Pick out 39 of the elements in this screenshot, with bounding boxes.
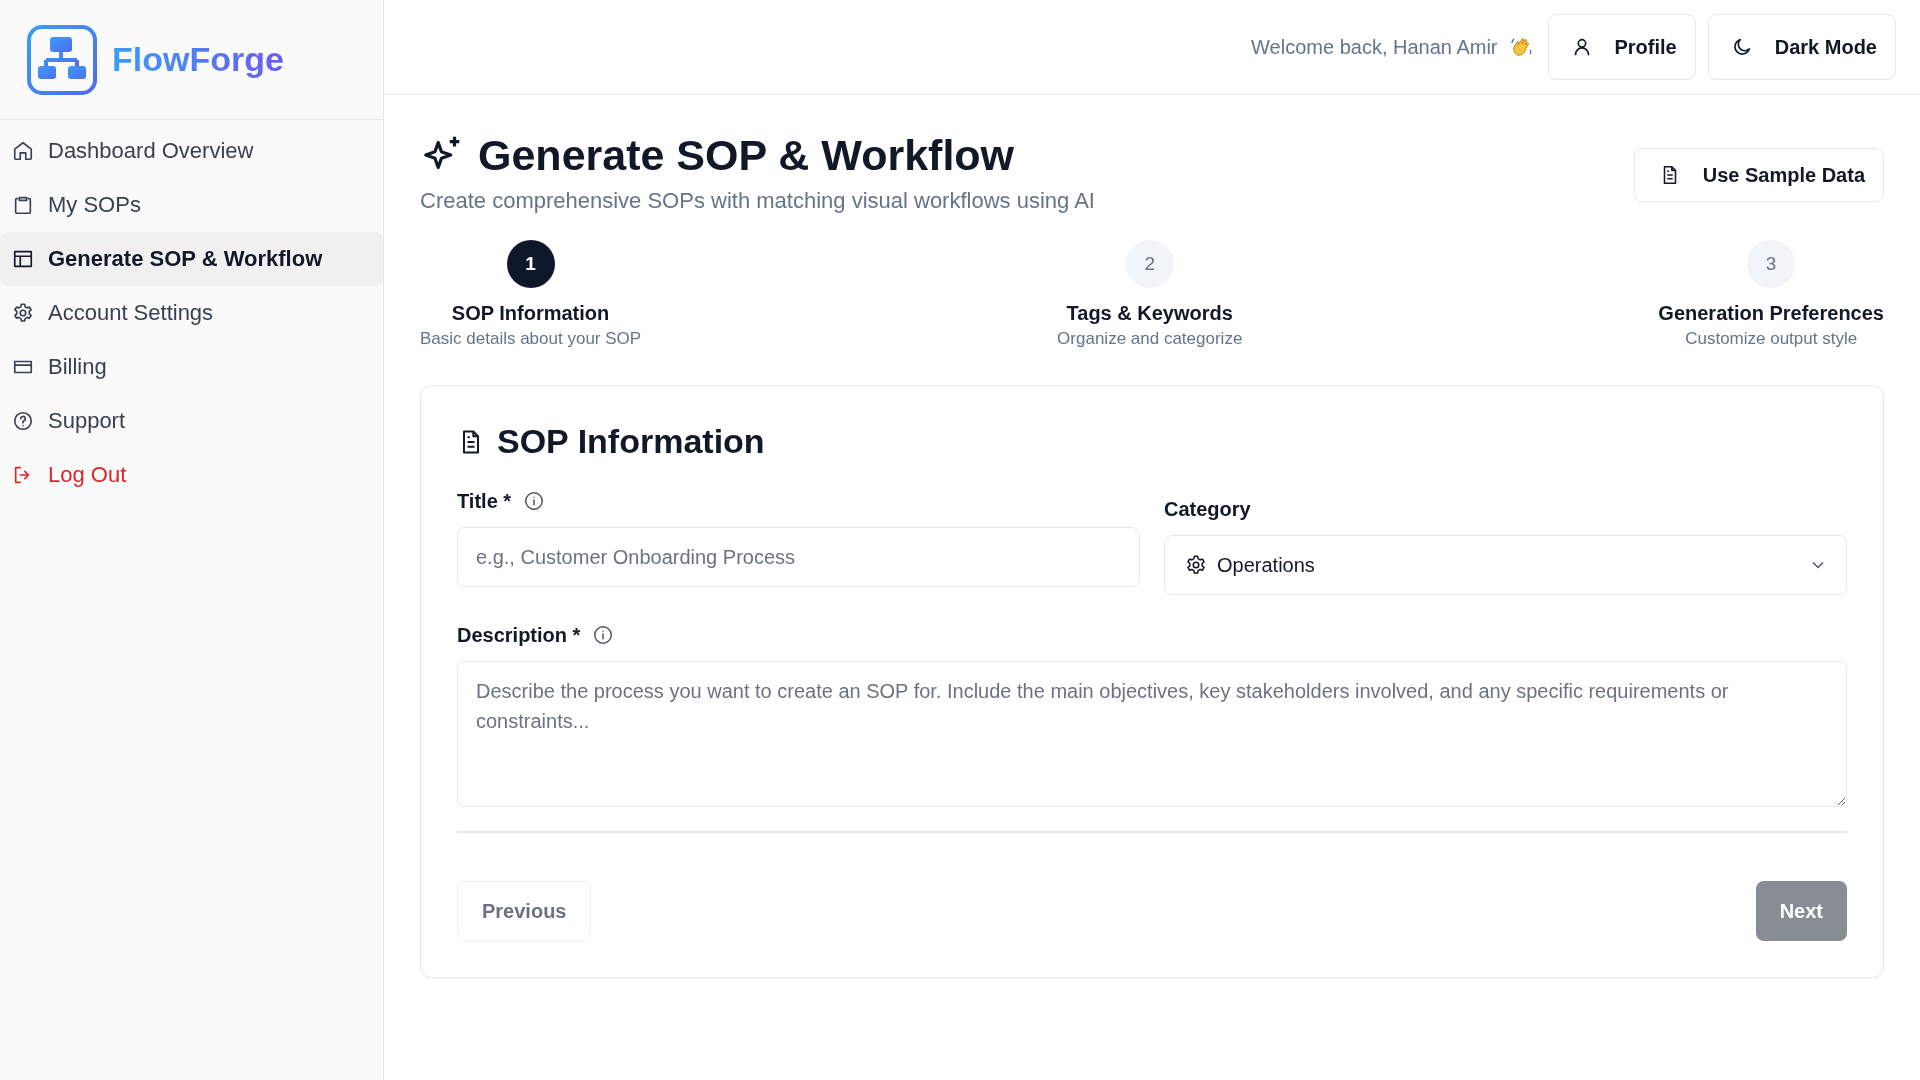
- description-text-area[interactable]: Describe the process you want to create an SOP for. Include the main objectives, key stakeholders involved, and any specific requirements or constraints...: [457, 661, 1847, 807]
- step-subtitle: Organize and categorize: [1057, 329, 1243, 349]
- layout-icon: [12, 248, 34, 270]
- category-dropdown[interactable]: Operations: [1164, 535, 1847, 595]
- home-icon: [12, 140, 34, 162]
- welcome-text: Welcome back, Hanan Amir: [1251, 35, 1498, 59]
- form-heading: SOP Information: [497, 422, 765, 461]
- sidebar-item[interactable]: Generate SOP & Workflow: [0, 232, 383, 286]
- step-number: 1: [506, 240, 555, 288]
- step-title: Tags & Keywords: [1066, 302, 1233, 325]
- page-subtitle: Create comprehensive SOPs with matching visual workflows using AI: [420, 188, 1095, 214]
- step-title: SOP Information: [451, 302, 610, 325]
- profile-button[interactable]: Profile: [1547, 14, 1696, 80]
- sidebar-item[interactable]: Log Out: [0, 448, 383, 502]
- logo-icon: [26, 23, 98, 96]
- clipboard-icon: [12, 194, 34, 216]
- dark-mode-button[interactable]: Dark Mode: [1707, 14, 1896, 80]
- info-icon[interactable]: [523, 490, 546, 512]
- sidebar-item[interactable]: Dashboard Overview: [0, 124, 383, 178]
- page-title: Generate SOP & Workflow: [478, 131, 1015, 180]
- gear-icon: [12, 302, 34, 324]
- field-label: Title *: [457, 489, 512, 513]
- gear-icon: [1185, 554, 1207, 576]
- use-sample-data-button[interactable]: Use Sample Data: [1633, 148, 1884, 202]
- sidebar-item[interactable]: Account Settings: [0, 286, 383, 340]
- sidebar-item[interactable]: Billing: [0, 340, 383, 394]
- step-number: 2: [1125, 240, 1174, 288]
- sidebar-item[interactable]: My SOPs: [0, 178, 383, 232]
- waving-hand-icon: [1509, 35, 1534, 59]
- sidebar-item[interactable]: Support: [0, 394, 383, 448]
- info-icon[interactable]: [592, 624, 615, 646]
- step-number: 3: [1747, 240, 1796, 288]
- help-icon: [12, 410, 34, 432]
- field-label: Category: [1164, 497, 1251, 521]
- step-subtitle: Customize output style: [1685, 329, 1858, 349]
- step-title: Generation Preferences: [1658, 302, 1884, 325]
- step-subtitle: Basic details about your SOP: [420, 329, 642, 349]
- field-label: Description *: [457, 623, 581, 647]
- title-input-field[interactable]: e.g., Customer Onboarding Process: [457, 527, 1140, 587]
